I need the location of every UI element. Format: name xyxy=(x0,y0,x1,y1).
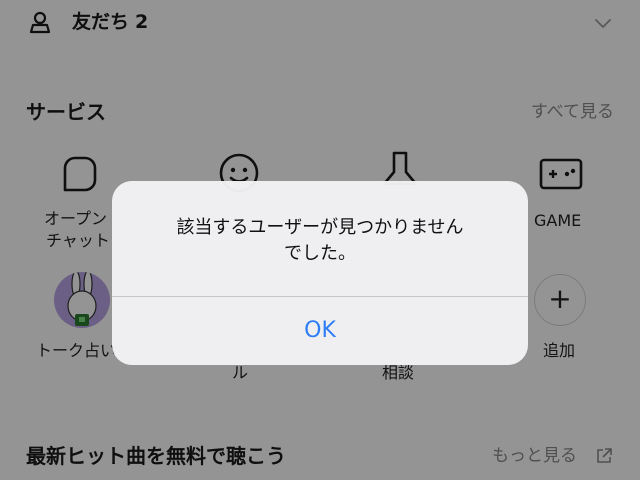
alert-message-line-1: 該当するユーザーが見つかりません xyxy=(176,217,464,238)
alert-dialog: 該当するユーザーが見つかりません でした。 OK xyxy=(112,181,528,365)
ok-button[interactable]: OK xyxy=(112,297,528,365)
alert-message: 該当するユーザーが見つかりません でした。 xyxy=(136,215,504,267)
alert-message-line-2: でした。 xyxy=(284,243,356,264)
